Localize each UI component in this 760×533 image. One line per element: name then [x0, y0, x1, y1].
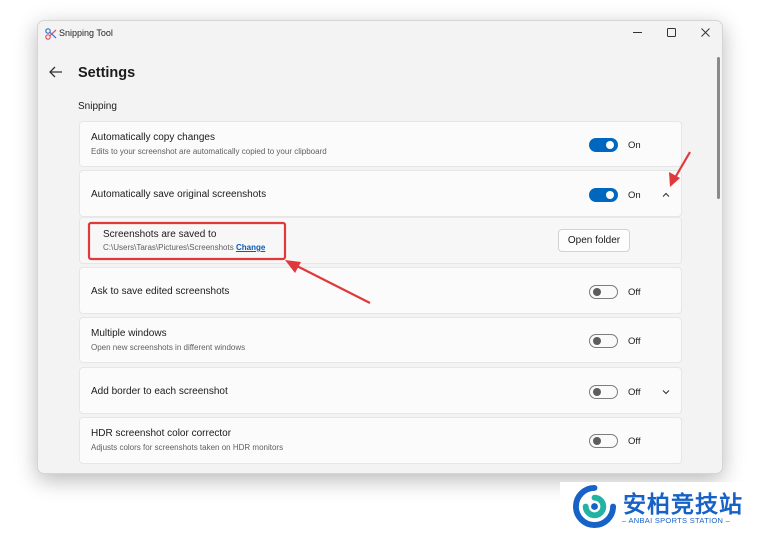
annotation-overlay — [87, 151, 691, 304]
annotation-arrow — [669, 151, 691, 187]
watermark-name: 安柏竞技站 — [623, 491, 743, 517]
highlight-box — [87, 221, 287, 261]
annotation-arrow — [285, 260, 371, 304]
watermark: 安柏竞技站 – ANBAI SPORTS STATION – — [560, 482, 760, 533]
watermark-logo-icon — [573, 485, 616, 528]
watermark-tagline: – ANBAI SPORTS STATION – — [622, 516, 731, 525]
